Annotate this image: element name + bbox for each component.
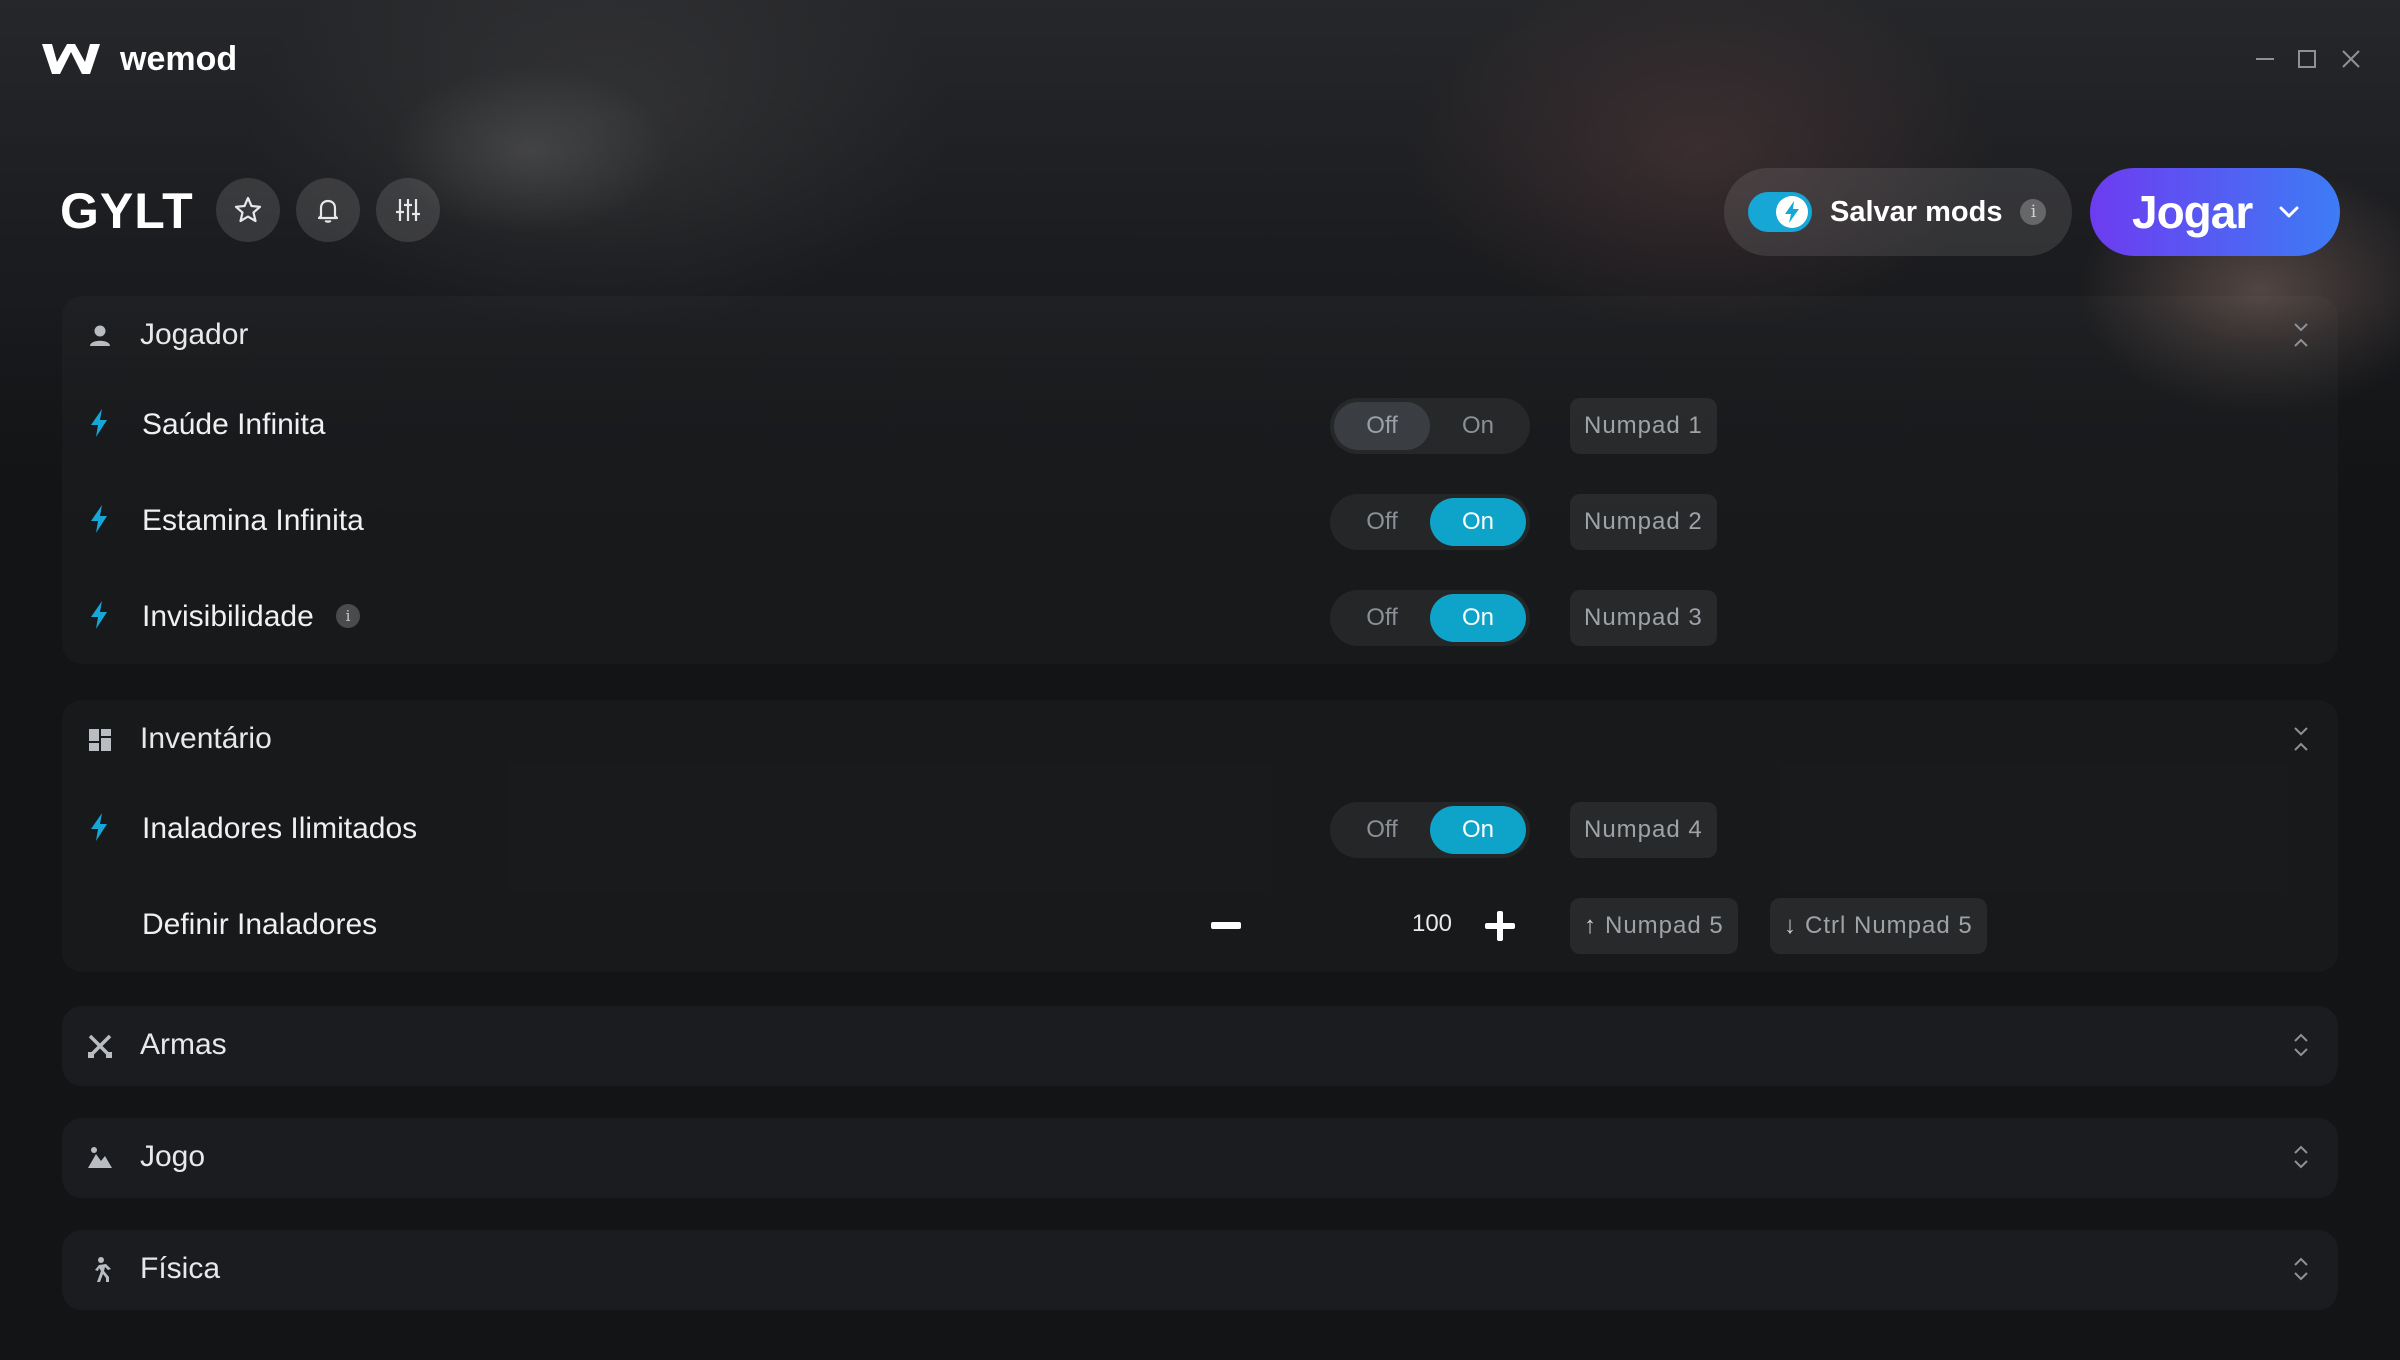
info-icon[interactable]: i bbox=[336, 604, 360, 628]
star-icon bbox=[234, 196, 262, 223]
toggle-on-option[interactable]: On bbox=[1430, 498, 1526, 546]
stepper-value[interactable]: 100 bbox=[1382, 910, 1482, 938]
expand-icon[interactable] bbox=[2292, 1254, 2310, 1284]
toggle-off-option[interactable]: Off bbox=[1334, 498, 1430, 546]
lightning-icon bbox=[91, 409, 107, 437]
hotkey-label: Ctrl Numpad 5 bbox=[1805, 912, 1973, 939]
toggle-on-option[interactable]: On bbox=[1430, 594, 1526, 642]
toggle-off-option[interactable]: Off bbox=[1334, 594, 1430, 642]
lightning-icon bbox=[1785, 201, 1799, 223]
crossed-swords-icon bbox=[88, 1034, 112, 1058]
hotkey-button[interactable]: Numpad 1 bbox=[1570, 398, 1717, 454]
expand-icon[interactable] bbox=[2292, 1142, 2310, 1172]
mod-row: Inaladores Ilimitados Off On Numpad 4 bbox=[62, 782, 2338, 878]
section-jogador: Jogador Saúde Infinita Off On Numpad 1 E… bbox=[62, 296, 2338, 664]
mod-label: Saúde Infinita bbox=[142, 408, 326, 441]
mod-row: Invisibilidade i Off On Numpad 3 bbox=[62, 570, 2338, 666]
section-armas[interactable]: Armas bbox=[62, 1006, 2338, 1086]
section-title: Armas bbox=[140, 1028, 227, 1061]
favorite-button[interactable] bbox=[216, 178, 280, 242]
mod-label: Inaladores Ilimitados bbox=[142, 812, 418, 845]
mod-row: Saúde Infinita Off On Numpad 1 bbox=[62, 378, 2338, 474]
hotkey-button[interactable]: Numpad 3 bbox=[1570, 590, 1717, 646]
arrow-down-icon: ↓ bbox=[1784, 912, 1797, 939]
play-button[interactable]: Jogar bbox=[2090, 168, 2340, 256]
mod-toggle[interactable]: Off On bbox=[1330, 494, 1530, 550]
mod-label: Estamina Infinita bbox=[142, 504, 364, 537]
sliders-icon bbox=[396, 199, 420, 221]
save-mods-toggle[interactable] bbox=[1748, 192, 1812, 232]
mod-toggle[interactable]: Off On bbox=[1330, 802, 1530, 858]
chevron-down-icon[interactable] bbox=[2278, 205, 2300, 219]
mod-label: Definir Inaladores bbox=[142, 908, 378, 941]
mod-label: Invisibilidade bbox=[142, 600, 314, 633]
section-inventario: Inventário Inaladores Ilimitados Off On … bbox=[62, 700, 2338, 972]
minus-icon bbox=[1211, 922, 1241, 929]
section-header[interactable]: Jogador bbox=[62, 296, 2338, 376]
hotkey-increase-button[interactable]: ↑ Numpad 5 bbox=[1570, 898, 1738, 954]
wemod-logo-icon bbox=[42, 44, 100, 74]
hotkey-button[interactable]: Numpad 2 bbox=[1570, 494, 1717, 550]
plus-icon bbox=[1485, 911, 1515, 941]
section-jogo[interactable]: Jogo bbox=[62, 1118, 2338, 1198]
maximize-icon[interactable] bbox=[2292, 44, 2322, 74]
toggle-on-option[interactable]: On bbox=[1430, 806, 1526, 854]
running-person-icon bbox=[95, 1257, 111, 1282]
mod-row: Estamina Infinita Off On Numpad 2 bbox=[62, 474, 2338, 570]
app-name: wemod bbox=[120, 40, 238, 78]
section-title: Física bbox=[140, 1252, 221, 1285]
section-title: Jogador bbox=[140, 318, 249, 351]
grid-icon bbox=[89, 729, 111, 751]
mod-toggle[interactable]: Off On bbox=[1330, 398, 1530, 454]
mod-toggle[interactable]: Off On bbox=[1330, 590, 1530, 646]
hotkey-label: Numpad 5 bbox=[1605, 912, 1724, 939]
increment-button[interactable] bbox=[1480, 906, 1520, 946]
user-icon bbox=[90, 325, 110, 346]
section-title: Jogo bbox=[140, 1140, 206, 1173]
game-title: GYLT bbox=[60, 183, 194, 239]
save-mods-label: Salvar mods bbox=[1830, 195, 2003, 228]
expand-icon[interactable] bbox=[2292, 1030, 2310, 1060]
minimize-icon[interactable] bbox=[2250, 44, 2280, 74]
section-fisica[interactable]: Física bbox=[62, 1230, 2338, 1310]
decrement-button[interactable] bbox=[1206, 906, 1246, 946]
save-mods-control[interactable]: Salvar mods i bbox=[1724, 168, 2072, 256]
lightning-icon bbox=[91, 601, 107, 629]
hotkey-button[interactable]: Numpad 4 bbox=[1570, 802, 1717, 858]
bell-icon bbox=[317, 199, 339, 223]
settings-sliders-button[interactable] bbox=[376, 178, 440, 242]
close-icon[interactable] bbox=[2336, 44, 2366, 74]
collapse-icon[interactable] bbox=[2292, 320, 2310, 350]
toggle-on-option[interactable]: On bbox=[1430, 402, 1526, 450]
mod-row: Definir Inaladores 100 ↑ Numpad 5 ↓ Ctrl… bbox=[62, 878, 2338, 974]
arrow-up-icon: ↑ bbox=[1584, 912, 1597, 939]
collapse-icon[interactable] bbox=[2292, 724, 2310, 754]
lightning-icon bbox=[91, 505, 107, 533]
lightning-icon bbox=[91, 813, 107, 841]
play-button-label: Jogar bbox=[2132, 186, 2253, 238]
toggle-off-option[interactable]: Off bbox=[1334, 806, 1430, 854]
section-header[interactable]: Inventário bbox=[62, 700, 2338, 780]
save-mods-info-icon[interactable]: i bbox=[2020, 199, 2047, 225]
notifications-button[interactable] bbox=[296, 178, 360, 242]
toggle-off-option[interactable]: Off bbox=[1334, 402, 1430, 450]
section-title: Inventário bbox=[140, 722, 272, 755]
title-bar: wemod bbox=[0, 0, 2400, 120]
hotkey-decrease-button[interactable]: ↓ Ctrl Numpad 5 bbox=[1770, 898, 1987, 954]
landscape-icon bbox=[88, 1147, 112, 1168]
